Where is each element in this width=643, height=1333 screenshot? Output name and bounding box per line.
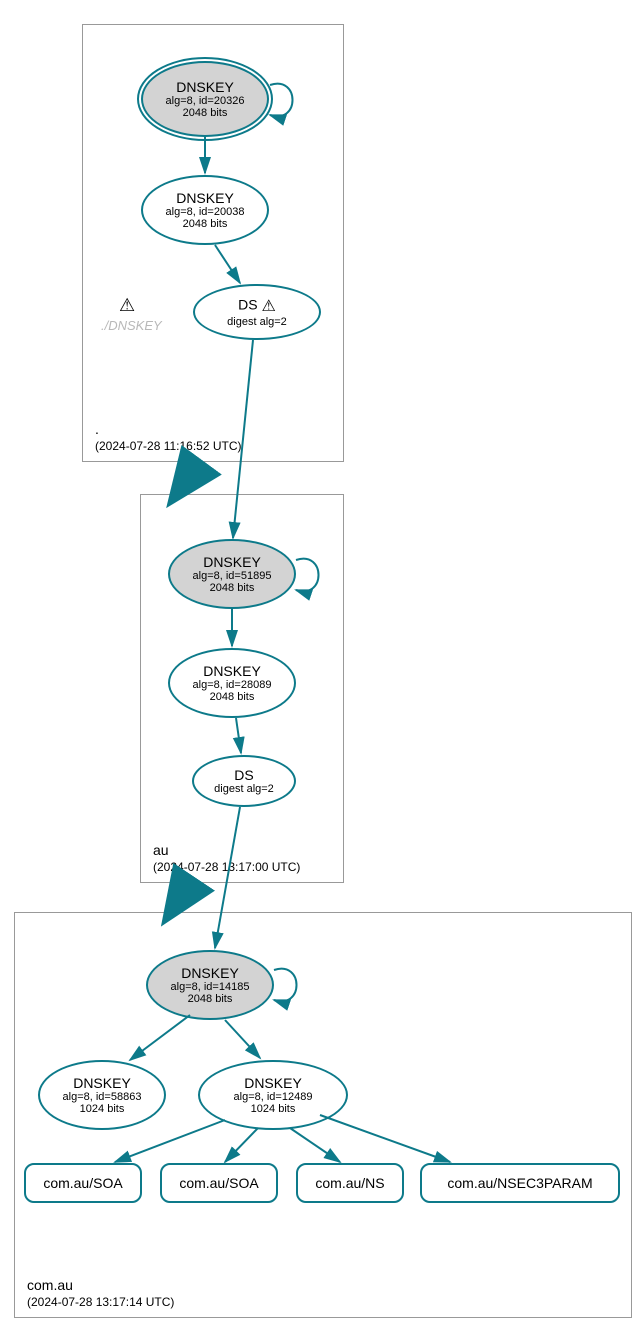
comau-ksk-title: DNSKEY [181,965,239,981]
root-ksk-sub1: alg=8, id=20326 [166,95,245,107]
au-ksk-sub1: alg=8, id=51895 [193,570,272,582]
comau-zsk1-title: DNSKEY [73,1075,131,1091]
zone-comau-name: com.au [27,1277,174,1293]
au-ds-node: DS digest alg=2 [192,755,296,807]
comau-zsk2-node: DNSKEY alg=8, id=12489 1024 bits [198,1060,348,1130]
au-ksk-node: DNSKEY alg=8, id=51895 2048 bits [168,539,296,609]
au-ds-title: DS [234,767,253,783]
au-zsk-title: DNSKEY [203,663,261,679]
comau-rr2-label: com.au/SOA [179,1175,258,1191]
comau-rr4-label: com.au/NSEC3PARAM [447,1175,592,1191]
root-ksk-node: DNSKEY alg=8, id=20326 2048 bits [141,61,269,137]
root-ds-title: DS ⚠ [238,296,276,316]
comau-rr-soa1: com.au/SOA [24,1163,142,1203]
comau-zsk1-node: DNSKEY alg=8, id=58863 1024 bits [38,1060,166,1130]
au-zsk-node: DNSKEY alg=8, id=28089 2048 bits [168,648,296,718]
au-ksk-sub2: 2048 bits [210,582,255,594]
root-ds-sub1: digest alg=2 [227,316,287,328]
comau-zsk1-sub1: alg=8, id=58863 [63,1091,142,1103]
root-ds-node: DS ⚠ digest alg=2 [193,284,321,340]
zone-root-timestamp: (2024-07-28 11:16:52 UTC) [95,439,242,453]
zone-root-name: . [95,421,242,437]
au-ksk-title: DNSKEY [203,554,261,570]
zone-comau-timestamp: (2024-07-28 13:17:14 UTC) [27,1295,174,1309]
zone-au-timestamp: (2024-07-28 13:17:00 UTC) [153,860,300,874]
au-zsk-sub1: alg=8, id=28089 [193,679,272,691]
root-ksk-title: DNSKEY [176,79,234,95]
comau-ksk-sub2: 2048 bits [188,993,233,1005]
zone-au-label: au (2024-07-28 13:17:00 UTC) [153,842,300,874]
warning-icon: ⚠ [262,296,276,316]
zone-comau-label: com.au (2024-07-28 13:17:14 UTC) [27,1277,174,1309]
root-zsk-sub2: 2048 bits [183,218,228,230]
zone-root-label: . (2024-07-28 11:16:52 UTC) [95,421,242,453]
root-zsk-node: DNSKEY alg=8, id=20038 2048 bits [141,175,269,245]
comau-rr-nsec3param: com.au/NSEC3PARAM [420,1163,620,1203]
root-zsk-sub1: alg=8, id=20038 [166,206,245,218]
zone-au-name: au [153,842,300,858]
comau-ksk-sub1: alg=8, id=14185 [171,981,250,993]
au-zsk-sub2: 2048 bits [210,691,255,703]
comau-rr-ns: com.au/NS [296,1163,404,1203]
warning-icon: ⚠ [119,295,135,316]
comau-rr-soa2: com.au/SOA [160,1163,278,1203]
au-ds-sub1: digest alg=2 [214,783,274,795]
comau-zsk2-sub2: 1024 bits [251,1103,296,1115]
ghost-dnskey-label: ./DNSKEY [101,318,162,333]
comau-zsk2-title: DNSKEY [244,1075,302,1091]
root-zsk-title: DNSKEY [176,190,234,206]
comau-zsk2-sub1: alg=8, id=12489 [234,1091,313,1103]
comau-rr3-label: com.au/NS [315,1175,384,1191]
comau-rr1-label: com.au/SOA [43,1175,122,1191]
root-ksk-sub2: 2048 bits [183,107,228,119]
comau-ksk-node: DNSKEY alg=8, id=14185 2048 bits [146,950,274,1020]
comau-zsk1-sub2: 1024 bits [80,1103,125,1115]
